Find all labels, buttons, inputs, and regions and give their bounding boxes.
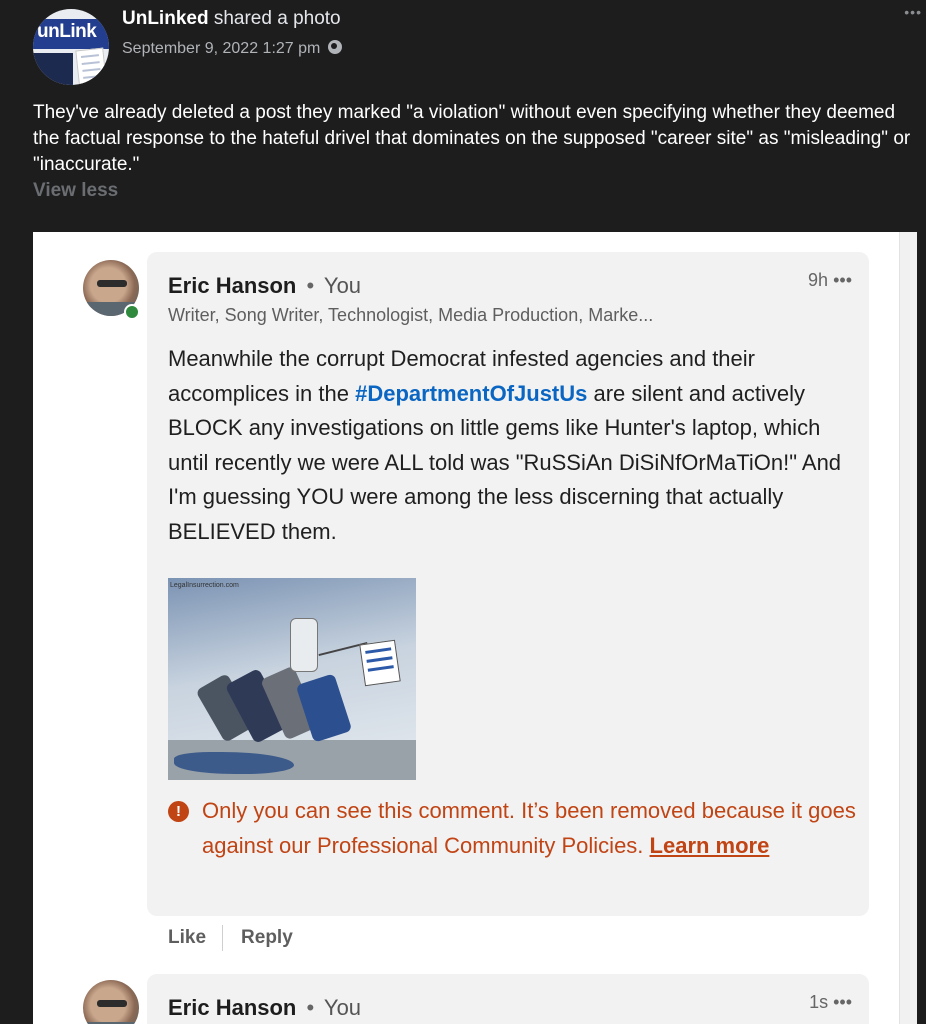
- comment-actions: Like Reply: [168, 925, 293, 951]
- commenter-name[interactable]: Eric Hanson: [168, 273, 296, 298]
- like-button[interactable]: Like: [168, 927, 206, 948]
- commenter-name[interactable]: Eric Hanson: [168, 995, 296, 1020]
- view-less-link[interactable]: View less: [33, 180, 118, 202]
- post-action: shared a photo: [213, 8, 341, 29]
- removal-notice-text: Only you can see this comment. It’s been…: [168, 794, 858, 863]
- comment-author: Eric Hanson • You: [168, 273, 361, 299]
- comment-time: 9h •••: [808, 270, 852, 291]
- post-options-icon[interactable]: •••: [904, 4, 922, 20]
- removal-notice: ! Only you can see this comment. It’s be…: [168, 794, 858, 863]
- poster-name[interactable]: UnLinked: [122, 8, 209, 29]
- hashtag-link[interactable]: #DepartmentOfJustUs: [355, 381, 587, 406]
- comment-time: 1s •••: [809, 992, 852, 1013]
- comment-author: Eric Hanson • You: [168, 995, 361, 1021]
- comment-bubble: Eric Hanson • You 9h ••• Writer, Song Wr…: [147, 252, 869, 916]
- name-separator: •: [306, 995, 315, 1020]
- image-credit: LegalInsurrection.com: [170, 582, 239, 589]
- warning-icon: !: [168, 801, 189, 822]
- post-date-text[interactable]: September 9, 2022 1:27 pm: [122, 40, 320, 57]
- reply-button[interactable]: Reply: [241, 927, 293, 948]
- commenter-headline: Writer, Song Writer, Technologist, Media…: [168, 305, 654, 325]
- avatar-logo-text: unLink: [37, 21, 97, 42]
- commenter-avatar[interactable]: [83, 980, 139, 1024]
- learn-more-link[interactable]: Learn more: [650, 833, 770, 858]
- you-label: You: [323, 995, 362, 1020]
- comment-options-icon[interactable]: •••: [833, 992, 852, 1012]
- comment-timestamp: 1s: [809, 992, 829, 1012]
- you-label: You: [323, 273, 362, 298]
- comment-options-icon[interactable]: •••: [833, 270, 852, 290]
- cartoon-flag: [359, 639, 401, 687]
- comment-bubble: Eric Hanson • You 1s •••: [147, 974, 869, 1024]
- post-text: They've already deleted a post they mark…: [33, 102, 911, 175]
- document-icon: [75, 47, 107, 85]
- sunglasses-detail: [97, 1000, 127, 1007]
- poster-line: UnLinked shared a photo: [122, 8, 341, 30]
- post-timestamp[interactable]: September 9, 2022 1:27 pm: [122, 40, 343, 58]
- comment-timestamp: 9h: [808, 270, 829, 290]
- action-divider: [222, 925, 224, 951]
- sunglasses-detail: [97, 280, 127, 287]
- post-header: unLink UnLinked shared a photo September…: [0, 0, 926, 90]
- page-avatar[interactable]: unLink: [33, 9, 109, 85]
- globe-icon: [328, 40, 343, 54]
- comment-body: Meanwhile the corrupt Democrat infested …: [168, 342, 858, 549]
- avatar-shadow: [33, 53, 73, 85]
- shared-photo[interactable]: Eric Hanson • You 9h ••• Writer, Song Wr…: [33, 232, 917, 1024]
- name-separator: •: [306, 273, 315, 298]
- online-status-icon: [124, 304, 140, 320]
- scrollbar[interactable]: [899, 232, 917, 1024]
- cartoon-leader-figure: [290, 618, 318, 672]
- comment-image[interactable]: LegalInsurrection.com: [168, 578, 416, 780]
